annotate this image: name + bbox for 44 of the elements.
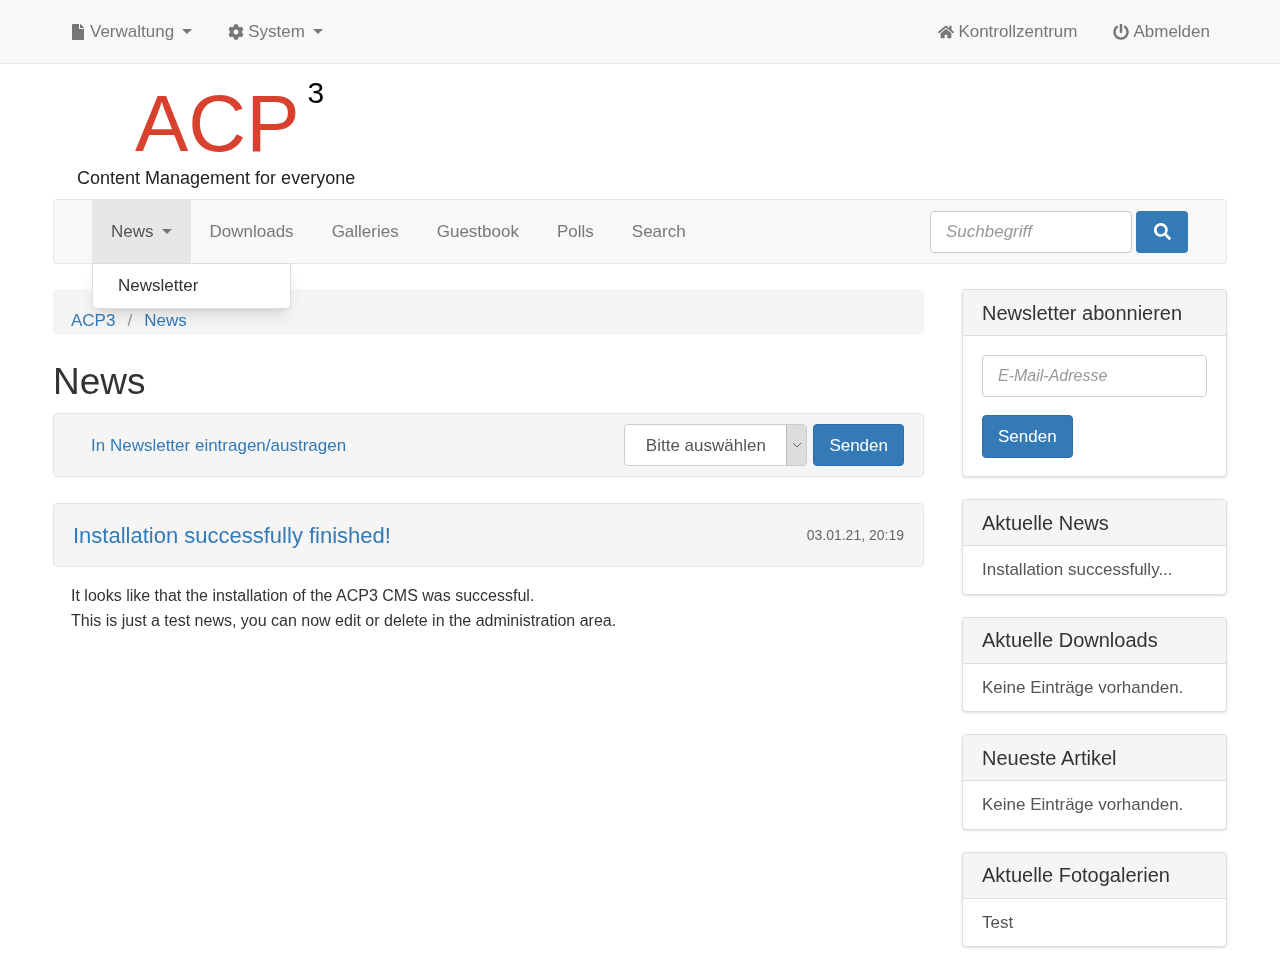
- dropdown-item[interactable]: Newsletter: [93, 269, 290, 303]
- home-icon: [938, 23, 955, 40]
- panel-title: Aktuelle Fotogalerien: [982, 863, 1170, 888]
- logo-text: ACP: [135, 84, 300, 164]
- nav-tab[interactable]: Polls: [537, 200, 613, 263]
- top-nav-link[interactable]: Kontrollzentrum: [920, 0, 1096, 63]
- power-icon: [1113, 23, 1130, 40]
- chevron-icon: [786, 425, 807, 466]
- top-nav-link[interactable]: System: [210, 0, 341, 63]
- logo-superscript: 3: [307, 78, 325, 108]
- settings-icon: [228, 23, 245, 40]
- logo-tagline: Content Management for everyone: [77, 167, 356, 190]
- nav-tab[interactable]: Downloads: [190, 200, 313, 263]
- search-icon: [1153, 223, 1171, 240]
- nav-tab[interactable]: Guestbook: [417, 200, 538, 263]
- nav-tab[interactable]: Galleries: [312, 200, 418, 263]
- panel-list-item[interactable]: Test: [963, 898, 1226, 946]
- nav-tab[interactable]: Search: [612, 200, 705, 263]
- select-dropdown[interactable]: Bitte auswählen: [624, 424, 808, 467]
- panel-list-item[interactable]: Installation successfully...: [963, 546, 1226, 594]
- send-button[interactable]: Senden: [982, 415, 1073, 458]
- search-field[interactable]: Suchbegriff: [930, 210, 1132, 253]
- news-date: 03.01.21, 20:19: [806, 525, 904, 545]
- search-button[interactable]: [1136, 210, 1188, 253]
- send-button[interactable]: Senden: [813, 424, 904, 467]
- top-nav-link[interactable]: Verwaltung: [52, 0, 211, 63]
- panel-list-item[interactable]: Keine Einträge vorhanden.: [963, 781, 1226, 829]
- page-title: News: [53, 360, 147, 404]
- top-nav-link[interactable]: Abmelden: [1095, 0, 1228, 63]
- panel-list-item[interactable]: Keine Einträge vorhanden.: [963, 663, 1226, 711]
- news-title[interactable]: Installation successfully finished!: [73, 518, 391, 552]
- news-text: It looks like that the installation of the ACP3 CMS was successful.: [71, 586, 536, 607]
- panel-title: Newsletter abonnieren: [982, 300, 1183, 326]
- file-icon: [70, 23, 86, 40]
- newsletter-link[interactable]: In Newsletter eintragen/austragen: [91, 432, 347, 458]
- panel-title: Aktuelle Downloads: [982, 628, 1158, 653]
- breadcrumb-separator: /: [126, 309, 134, 332]
- panel-title: Neueste Artikel: [982, 745, 1117, 771]
- email-field[interactable]: E-Mail-Adresse: [982, 355, 1207, 397]
- breadcrumb-link[interactable]: ACP3: [71, 307, 116, 333]
- breadcrumb-link[interactable]: News: [144, 307, 187, 333]
- nav-tab[interactable]: News: [92, 200, 191, 263]
- panel-title: Aktuelle News: [982, 510, 1109, 536]
- news-text: This is just a test news, you can now edit or delete in the administration area.: [71, 611, 618, 632]
